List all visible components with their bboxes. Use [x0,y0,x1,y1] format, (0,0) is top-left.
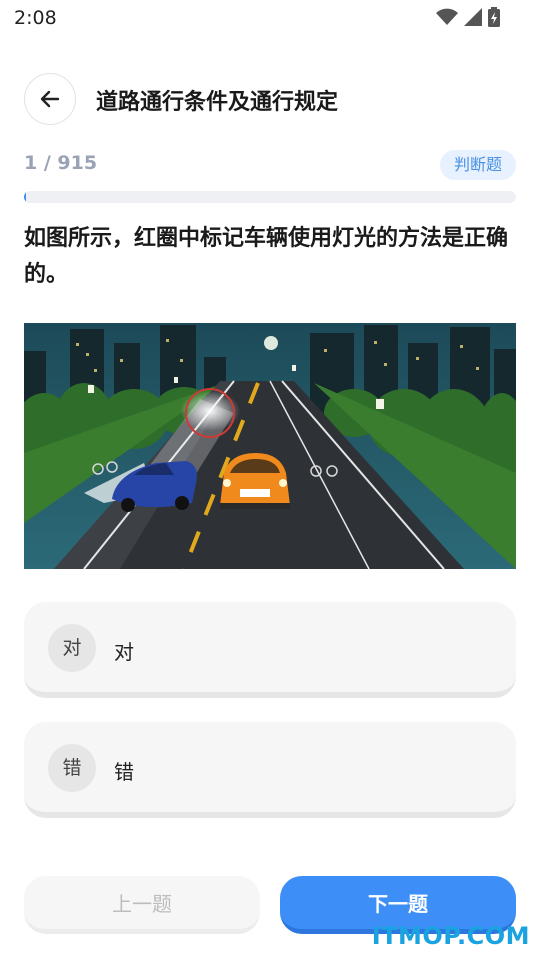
battery-icon [488,7,500,27]
signal-icon [464,8,482,26]
watermark: ITMOP.COM [371,922,530,950]
status-icons [436,7,500,27]
prev-question-button[interactable]: 上一题 [24,876,260,934]
status-bar: 2:08 [0,0,540,36]
wifi-icon [436,8,458,25]
option-true[interactable]: 对 对 [24,602,516,698]
option-badge: 错 [48,744,96,792]
status-time: 2:08 [14,7,57,29]
question-image [24,323,516,569]
option-label: 对 [114,640,134,664]
progress-counter: 1 / 915 [24,152,98,174]
arrow-left-icon [40,90,60,108]
option-badge: 对 [48,624,96,672]
question-type-badge: 判断题 [439,150,516,180]
progress-fill [24,191,27,203]
option-label: 错 [114,760,134,784]
progress-bar [24,191,516,203]
option-false[interactable]: 错 错 [24,722,516,818]
question-text: 如图所示，红圈中标记车辆使用灯光的方法是正确的。 [24,226,509,287]
page-title: 道路通行条件及通行规定 [96,90,339,115]
back-button[interactable] [24,73,76,125]
